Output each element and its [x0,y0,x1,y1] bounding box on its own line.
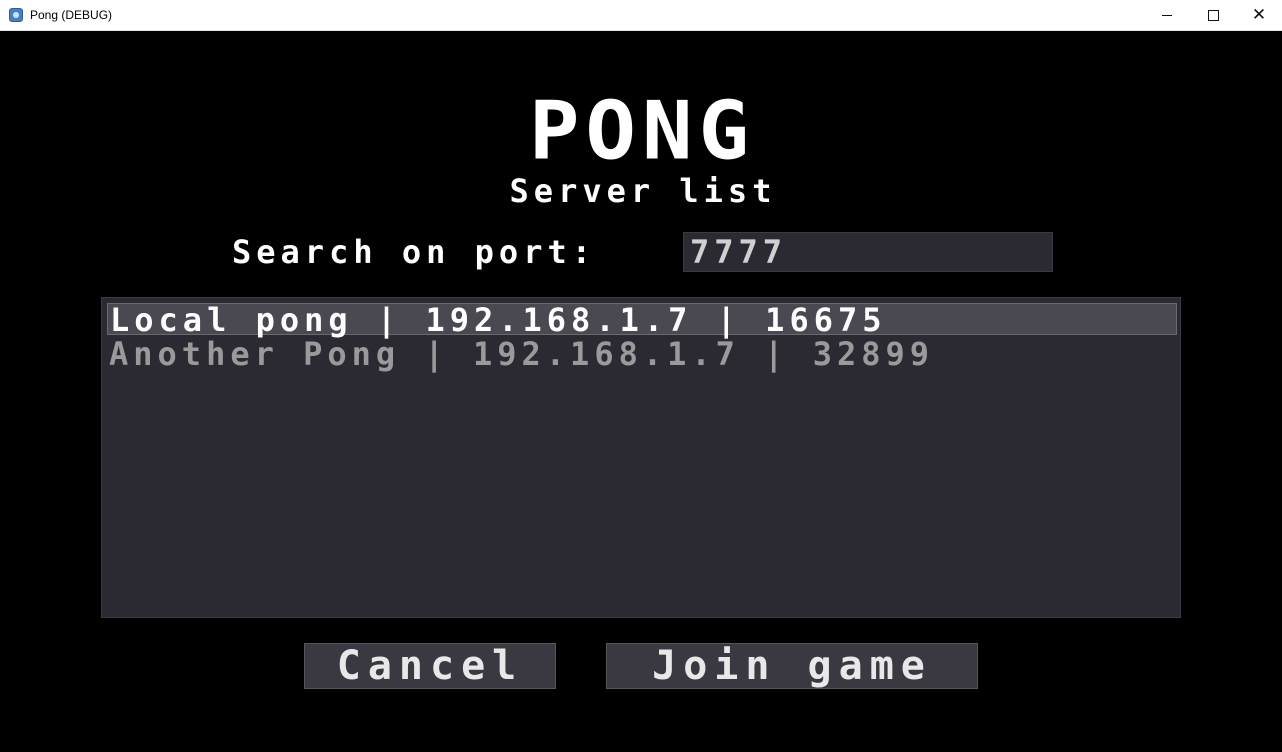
server-list[interactable]: Local pong | 192.168.1.7 | 16675 Another… [101,297,1181,618]
game-title: PONG [528,84,756,178]
minimize-icon [1162,15,1172,16]
maximize-button[interactable] [1190,0,1236,31]
close-button[interactable]: ✕ [1236,0,1282,31]
title-bar[interactable]: Pong (DEBUG) ✕ [0,0,1282,31]
server-list-item[interactable]: Another Pong | 192.168.1.7 | 32899 [107,338,1177,370]
port-input[interactable]: 7777 [683,232,1053,272]
server-list-item-selected[interactable]: Local pong | 192.168.1.7 | 16675 [107,303,1177,336]
close-icon: ✕ [1251,5,1267,25]
cancel-button[interactable]: Cancel [304,643,556,689]
godot-icon [9,8,23,22]
join-game-button[interactable]: Join game [606,643,978,689]
window-title: Pong (DEBUG) [30,8,113,22]
maximize-icon [1208,10,1219,21]
game-window: Pong (DEBUG) ✕ PONG Server list Search o… [0,0,1282,752]
port-label: Search on port: [232,233,596,271]
page-subtitle: Server list [509,172,777,210]
minimize-button[interactable] [1144,0,1190,31]
